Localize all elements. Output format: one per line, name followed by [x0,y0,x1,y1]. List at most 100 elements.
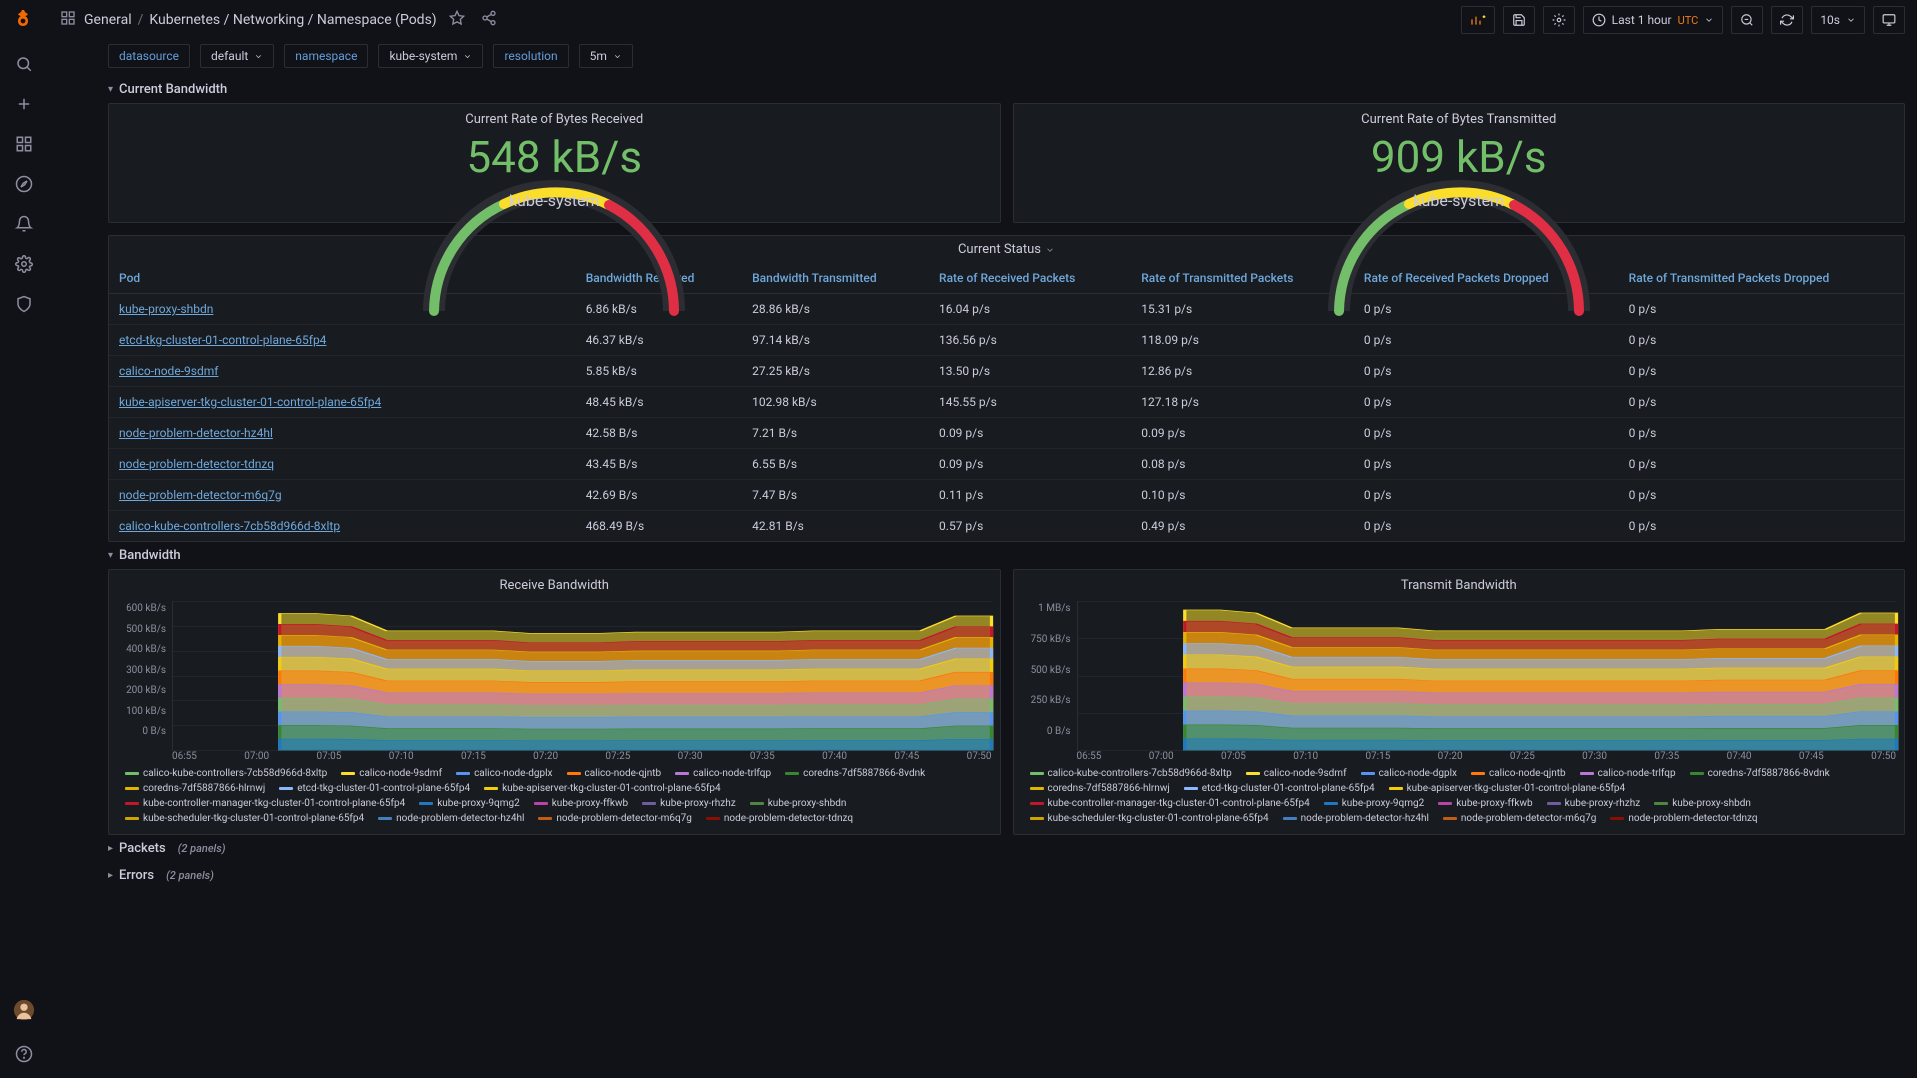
panel-rxGraph[interactable]: Receive Bandwidth 600 kB/s500 kB/s400 kB… [108,569,1001,835]
pod-link[interactable]: calico-node-9sdmf [109,356,576,387]
legend-item[interactable]: coredns-7df5887866-8vdnk [1690,768,1830,779]
legend-item[interactable]: kube-proxy-9qmg2 [1324,798,1425,809]
table-row[interactable]: node-problem-detector-m6q7g 42.69 B/s 7.… [109,480,1904,511]
gauge: 909 kB/s kube-system [1014,131,1905,222]
legend-item[interactable]: kube-apiserver-tkg-cluster-01-control-pl… [1389,783,1626,794]
legend-item[interactable]: calico-node-qjntb [567,768,662,779]
legend-item[interactable]: kube-apiserver-tkg-cluster-01-control-pl… [484,783,721,794]
row-header-packets[interactable]: ▸ Packets (2 panels) [108,835,1905,862]
legend-item[interactable]: kube-proxy-shbdn [750,798,847,809]
legend-item[interactable]: calico-kube-controllers-7cb58d966d-8xltp [1030,768,1232,779]
col-bwtx[interactable]: Bandwidth Transmitted [742,263,929,294]
alerting-icon[interactable] [12,212,36,236]
shield-icon[interactable] [12,292,36,316]
legend-item[interactable]: etcd-tkg-cluster-01-control-plane-65fp4 [1184,783,1375,794]
row-header-bandwidth[interactable]: ▾ Bandwidth [108,542,1905,569]
pod-link[interactable]: etcd-tkg-cluster-01-control-plane-65fp4 [109,325,576,356]
cell: 0 p/s [1354,449,1619,480]
resolution-dropdown[interactable]: 5m [579,44,633,68]
legend-item[interactable]: node-problem-detector-tdnzq [1610,813,1757,824]
row-header-errors[interactable]: ▸ Errors (2 panels) [108,862,1905,889]
legend-item[interactable]: kube-scheduler-tkg-cluster-01-control-pl… [125,813,364,824]
table-row[interactable]: etcd-tkg-cluster-01-control-plane-65fp4 … [109,325,1904,356]
table-row[interactable]: node-problem-detector-hz4hl 42.58 B/s 7.… [109,418,1904,449]
time-range-label: Last 1 hour [1612,13,1672,27]
refresh-interval-picker[interactable]: 10s [1811,6,1865,34]
legend-item[interactable]: calico-node-trlfqp [675,768,771,779]
table-row[interactable]: calico-node-9sdmf 5.85 kB/s 27.25 kB/s 1… [109,356,1904,387]
table-row[interactable]: kube-proxy-shbdn 6.86 kB/s 28.86 kB/s 16… [109,294,1904,325]
breadcrumb-path[interactable]: Kubernetes / Networking / Namespace (Pod… [149,12,436,28]
time-range-picker[interactable]: Last 1 hour UTC [1583,6,1724,34]
cell: 0.57 p/s [929,511,1131,542]
legend-item[interactable]: calico-node-9sdmf [341,768,442,779]
col-droptx[interactable]: Rate of Transmitted Packets Dropped [1619,263,1904,294]
save-button[interactable] [1503,6,1535,34]
namespace-label-chip[interactable]: namespace [284,44,368,68]
cell: 0 p/s [1619,294,1904,325]
help-icon[interactable] [12,1042,36,1066]
gear-icon[interactable] [12,252,36,276]
pod-link[interactable]: kube-apiserver-tkg-cluster-01-control-pl… [109,387,576,418]
namespace-dropdown[interactable]: kube-system [378,44,483,68]
legend: calico-kube-controllers-7cb58d966d-8xltp… [1022,762,1897,826]
legend-item[interactable]: node-problem-detector-hz4hl [378,813,524,824]
table-row[interactable]: kube-apiserver-tkg-cluster-01-control-pl… [109,387,1904,418]
legend-item[interactable]: calico-node-9sdmf [1246,768,1347,779]
resolution-label-chip[interactable]: resolution [493,44,568,68]
legend-item[interactable]: coredns-7df5887866-hlrnwj [125,783,265,794]
legend-item[interactable]: kube-proxy-ffkwb [534,798,628,809]
legend-item[interactable]: kube-proxy-shbdn [1654,798,1751,809]
legend-item[interactable]: calico-node-trlfqp [1580,768,1676,779]
pod-link[interactable]: node-problem-detector-m6q7g [109,480,576,511]
legend-item[interactable]: kube-scheduler-tkg-cluster-01-control-pl… [1030,813,1269,824]
table-row[interactable]: calico-kube-controllers-7cb58d966d-8xltp… [109,511,1904,542]
panel-txGraph[interactable]: Transmit Bandwidth 1 MB/s750 kB/s500 kB/… [1013,569,1906,835]
pod-link[interactable]: calico-kube-controllers-7cb58d966d-8xltp [109,511,576,542]
dashboards-icon[interactable] [12,132,36,156]
legend-item[interactable]: kube-proxy-ffkwb [1438,798,1532,809]
kiosk-button[interactable] [1873,6,1905,34]
add-panel-button[interactable] [1461,6,1495,34]
legend-item[interactable]: etcd-tkg-cluster-01-control-plane-65fp4 [279,783,470,794]
panel-gauge-tx[interactable]: Current Rate of Bytes Transmitted 909 kB… [1013,103,1906,223]
avatar[interactable] [12,998,36,1022]
settings-button[interactable] [1543,6,1575,34]
panel-gauge-rx[interactable]: Current Rate of Bytes Received 548 kB/s … [108,103,1001,223]
plot-area[interactable] [172,601,992,751]
legend-item[interactable]: node-problem-detector-tdnzq [706,813,853,824]
legend-item[interactable]: kube-controller-manager-tkg-cluster-01-c… [1030,798,1310,809]
datasource-label-chip[interactable]: datasource [108,44,190,68]
grafana-logo[interactable] [10,8,38,36]
refresh-button[interactable] [1771,6,1803,34]
legend-item[interactable]: node-problem-detector-hz4hl [1283,813,1429,824]
legend-item[interactable]: calico-kube-controllers-7cb58d966d-8xltp [125,768,327,779]
pod-link[interactable]: node-problem-detector-tdnzq [109,449,576,480]
legend-item[interactable]: node-problem-detector-m6q7g [538,813,692,824]
col-pktrx[interactable]: Rate of Received Packets [929,263,1131,294]
legend-item[interactable]: kube-proxy-rhzhz [642,798,736,809]
legend-item[interactable]: calico-node-dgplx [456,768,552,779]
legend-item[interactable]: coredns-7df5887866-hlrnwj [1030,783,1170,794]
search-icon[interactable] [12,52,36,76]
legend-item[interactable]: calico-node-dgplx [1361,768,1457,779]
datasource-dropdown[interactable]: default [200,44,274,68]
share-icon[interactable] [477,6,501,34]
explore-icon[interactable] [12,172,36,196]
star-icon[interactable] [445,6,469,34]
legend-item[interactable]: kube-proxy-9qmg2 [419,798,520,809]
pod-link[interactable]: node-problem-detector-hz4hl [109,418,576,449]
plus-icon[interactable] [12,92,36,116]
legend-item[interactable]: kube-proxy-rhzhz [1547,798,1641,809]
panel-current-status[interactable]: Current Status Pod Bandwidth Received Ba… [108,235,1905,542]
table-row[interactable]: node-problem-detector-tdnzq 43.45 B/s 6.… [109,449,1904,480]
legend-item[interactable]: coredns-7df5887866-8vdnk [785,768,925,779]
zoom-out-button[interactable] [1731,6,1763,34]
cell: 7.47 B/s [742,480,929,511]
breadcrumb-root[interactable]: General [84,12,132,28]
legend-item[interactable]: kube-controller-manager-tkg-cluster-01-c… [125,798,405,809]
legend-item[interactable]: calico-node-qjntb [1471,768,1566,779]
row-header-current-bandwidth[interactable]: ▾ Current Bandwidth [108,76,1905,103]
plot-area[interactable] [1077,601,1897,751]
legend-item[interactable]: node-problem-detector-m6q7g [1443,813,1597,824]
